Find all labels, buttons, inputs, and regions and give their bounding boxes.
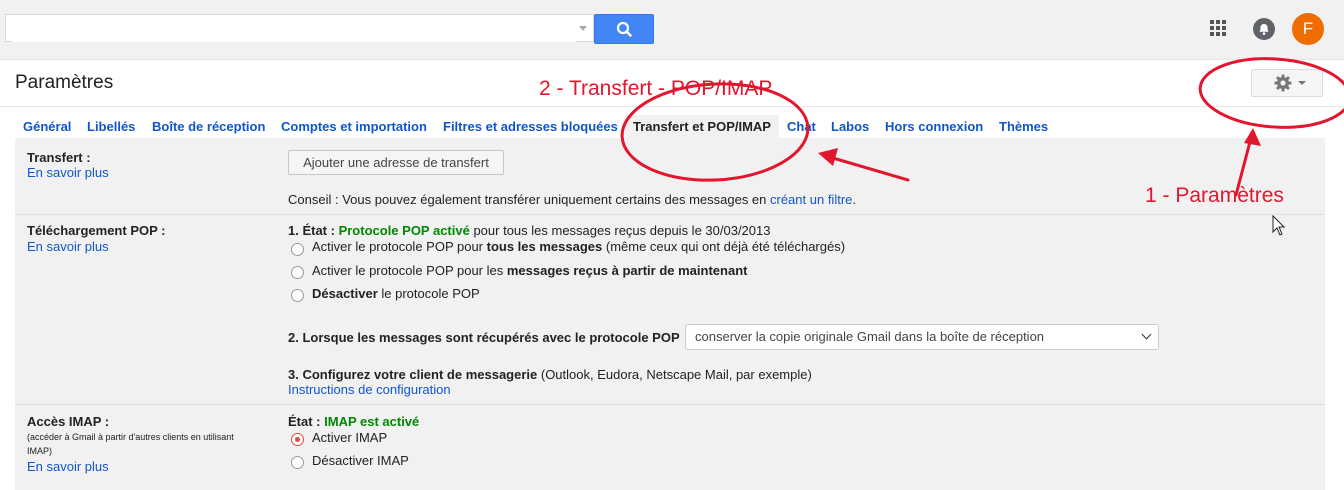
option-text: Activer le protocole POP pour xyxy=(312,239,487,254)
divider xyxy=(15,404,1325,405)
option-text: le protocole POP xyxy=(377,286,480,301)
pop-all-messages-radio[interactable] xyxy=(291,243,304,256)
option-bold: messages reçus à partir de maintenant xyxy=(506,263,748,278)
divider xyxy=(15,214,1325,215)
forwarding-tip: Conseil : Vous pouvez également transfér… xyxy=(288,192,856,207)
imap-enable-radio[interactable] xyxy=(291,433,304,446)
annotation-step-2: 2 - Transfert - POP/IMAP xyxy=(539,77,773,100)
tab-filters[interactable]: Filtres et adresses bloquées xyxy=(435,115,626,138)
pop-learn-more-link[interactable]: En savoir plus xyxy=(27,239,109,254)
add-forwarding-address-button[interactable]: Ajouter une adresse de transfert xyxy=(288,150,504,175)
pop-status-date: pour tous les messages reçus depuis le 3… xyxy=(469,223,771,238)
search-options-icon[interactable] xyxy=(579,26,587,31)
tab-inbox[interactable]: Boîte de réception xyxy=(144,115,273,138)
imap-access-label: Accès IMAP : xyxy=(27,414,110,429)
select-value: conserver la copie originale Gmail dans … xyxy=(695,329,1045,344)
apps-grid-icon[interactable] xyxy=(1210,20,1226,36)
settings-button[interactable] xyxy=(1251,69,1323,97)
pop-when-retrieved-label: 2. Lorsque les messages sont récupérés a… xyxy=(288,330,680,345)
tab-themes[interactable]: Thèmes xyxy=(991,115,1056,138)
chevron-down-icon xyxy=(1141,329,1152,340)
search-icon xyxy=(616,21,632,37)
option-bold: Désactiver xyxy=(312,286,378,301)
imap-status-value: IMAP est activé xyxy=(324,414,420,429)
create-filter-link[interactable]: créant un filtre xyxy=(770,192,852,207)
tab-forwarding-pop-imap[interactable]: Transfert et POP/IMAP xyxy=(625,115,779,138)
option-text: (même ceux qui ont déjà été téléchargés) xyxy=(602,239,846,254)
tab-labs[interactable]: Labos xyxy=(823,115,877,138)
imap-note-line-2: IMAP) xyxy=(27,446,53,456)
pop-when-retrieved-select[interactable]: conserver la copie originale Gmail dans … xyxy=(685,324,1159,350)
imap-enable-option[interactable]: Activer IMAP xyxy=(312,430,387,445)
search-box[interactable] xyxy=(5,14,594,42)
option-bold: tous les messages xyxy=(486,239,603,254)
forwarding-label: Transfert : xyxy=(27,150,91,165)
pop-from-now-radio[interactable] xyxy=(291,266,304,279)
pop-from-now-option[interactable]: Activer le protocole POP pour les messag… xyxy=(312,263,747,278)
tab-accounts[interactable]: Comptes et importation xyxy=(273,115,435,138)
pop-disable-radio[interactable] xyxy=(291,289,304,302)
configure-client-bold: 3. Configurez votre client de messagerie xyxy=(288,367,538,382)
pop-status-value: Protocole POP activé xyxy=(338,223,470,238)
option-text: Activer le protocole POP pour les xyxy=(312,263,507,278)
divider xyxy=(0,106,1344,107)
forwarding-tip-end: . xyxy=(852,192,856,207)
account-avatar[interactable]: F xyxy=(1292,13,1324,45)
annotation-step-1: 1 - Paramètres xyxy=(1145,184,1284,207)
imap-status-prefix: État : xyxy=(288,414,325,429)
imap-disable-radio[interactable] xyxy=(291,456,304,469)
pop-disable-option[interactable]: Désactiver le protocole POP xyxy=(312,286,480,301)
chevron-down-icon xyxy=(1298,81,1306,85)
notifications-icon[interactable] xyxy=(1253,18,1275,40)
gear-icon xyxy=(1274,74,1292,92)
configuration-instructions-link[interactable]: Instructions de configuration xyxy=(288,382,451,397)
forwarding-learn-more-link[interactable]: En savoir plus xyxy=(27,165,109,180)
imap-disable-option[interactable]: Désactiver IMAP xyxy=(312,453,409,468)
pop-status: 1. État : Protocole POP activé pour tous… xyxy=(288,223,770,238)
imap-note-line-1: (accéder à Gmail à partir d'autres clien… xyxy=(27,432,234,442)
search-button[interactable] xyxy=(594,14,654,44)
pop-all-messages-option[interactable]: Activer le protocole POP pour tous les m… xyxy=(312,239,845,254)
imap-learn-more-link[interactable]: En savoir plus xyxy=(27,459,109,474)
tab-general[interactable]: Général xyxy=(15,115,79,138)
forwarding-tip-text: Conseil : Vous pouvez également transfér… xyxy=(288,192,770,207)
pop-download-label: Téléchargement POP : xyxy=(27,223,166,238)
tab-offline[interactable]: Hors connexion xyxy=(877,115,991,138)
pop-status-prefix: 1. État : xyxy=(288,223,339,238)
search-input[interactable] xyxy=(12,16,576,42)
top-bar: F xyxy=(0,0,1344,60)
bell-icon xyxy=(1259,24,1269,35)
tab-chat[interactable]: Chat xyxy=(779,115,824,138)
configure-client-text: (Outlook, Eudora, Netscape Mail, par exe… xyxy=(537,367,812,382)
imap-status: État : IMAP est activé xyxy=(288,414,419,429)
configure-client: 3. Configurez votre client de messagerie… xyxy=(288,367,812,382)
page-title: Paramètres xyxy=(15,72,114,93)
tab-labels[interactable]: Libellés xyxy=(79,115,143,138)
